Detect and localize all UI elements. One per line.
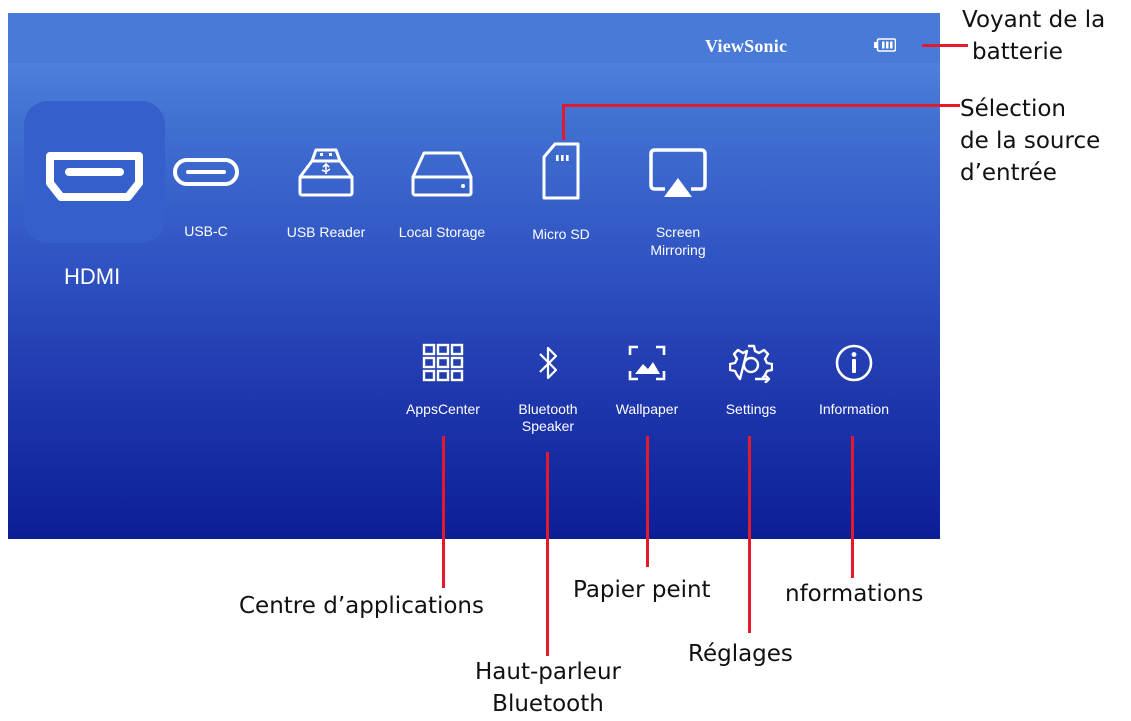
source-local-storage[interactable]: Local Storage [386,147,498,241]
app-bluetooth-speaker-label-line1: Bluetooth [518,401,578,417]
annotation-battery: Voyant de la batterie [962,4,1105,68]
bluetooth-icon [539,346,558,380]
hdmi-icon [46,152,143,201]
app-information-label: Information [818,401,890,417]
annotation-apps-center: Centre d’applications [239,593,484,619]
micro-sd-icon [542,142,580,200]
callout-apps-line [442,436,445,588]
annotation-bluetooth: Haut-parleur Bluetooth [470,656,626,720]
projector-home-screen: ViewSonic HDMI USB-C USB Reader Local St… [8,13,940,539]
annotation-bluetooth-line1: Haut-parleur [474,659,621,685]
source-micro-sd-label: Micro SD [532,226,590,242]
source-hdmi[interactable] [24,101,165,243]
screen-mirroring-icon [649,148,707,197]
callout-settings-line [748,436,751,633]
wallpaper-icon [628,345,666,381]
gear-icon [729,344,773,383]
source-usb-c[interactable]: USB-C [171,153,241,240]
usb-reader-icon [298,148,354,197]
app-apps-center-label: AppsCenter [406,401,480,417]
source-local-storage-label: Local Storage [398,224,486,240]
callout-source-line-v [562,104,565,140]
annotation-settings: Réglages [688,641,793,667]
callout-information-line [851,436,854,578]
annotation-bluetooth-line2: Bluetooth [492,691,604,717]
source-usb-c-label: USB-C [184,223,228,239]
source-screen-mirroring-label-line2: Mirroring [650,242,706,258]
callout-source-line-h [563,104,960,107]
annotation-source-line3: d’entrée [960,160,1057,186]
app-settings[interactable]: Settings [701,343,801,418]
app-apps-center[interactable]: AppsCenter [393,343,493,418]
annotation-battery-line2: batterie [972,39,1063,65]
app-wallpaper[interactable]: Wallpaper [597,343,697,418]
status-bar [8,13,940,63]
annotation-battery-line1: Voyant de la [962,7,1106,33]
annotation-information: nformations [785,581,924,607]
source-usb-reader-label: USB Reader [286,224,366,240]
callout-wallpaper-line [646,436,649,567]
battery-icon [874,38,896,52]
source-screen-mirroring-label-line1: Screen [655,224,701,240]
annotation-source-line1: Sélection [960,96,1066,122]
brand-logo: ViewSonic [705,36,788,56]
annotation-source-selection: Sélection de la source d’entrée [960,93,1100,189]
app-bluetooth-speaker[interactable]: Bluetooth Speaker [498,343,598,435]
callout-bluetooth-line [546,452,549,656]
usb-c-icon [173,158,239,186]
source-micro-sd[interactable]: Micro SD [518,141,604,243]
source-hdmi-label: HDMI [64,264,121,289]
app-bluetooth-speaker-label-line2: Speaker [521,418,575,434]
app-settings-label: Settings [725,401,777,417]
app-information[interactable]: Information [804,343,904,418]
apps-grid-icon [422,343,464,382]
local-storage-icon [411,151,473,197]
app-wallpaper-label: Wallpaper [615,401,679,417]
source-screen-mirroring[interactable]: Screen Mirroring [633,147,723,259]
annotation-wallpaper: Papier peint [573,577,711,603]
source-usb-reader[interactable]: USB Reader [274,147,378,241]
annotation-source-line2: de la source [960,128,1101,154]
info-icon [835,344,873,382]
